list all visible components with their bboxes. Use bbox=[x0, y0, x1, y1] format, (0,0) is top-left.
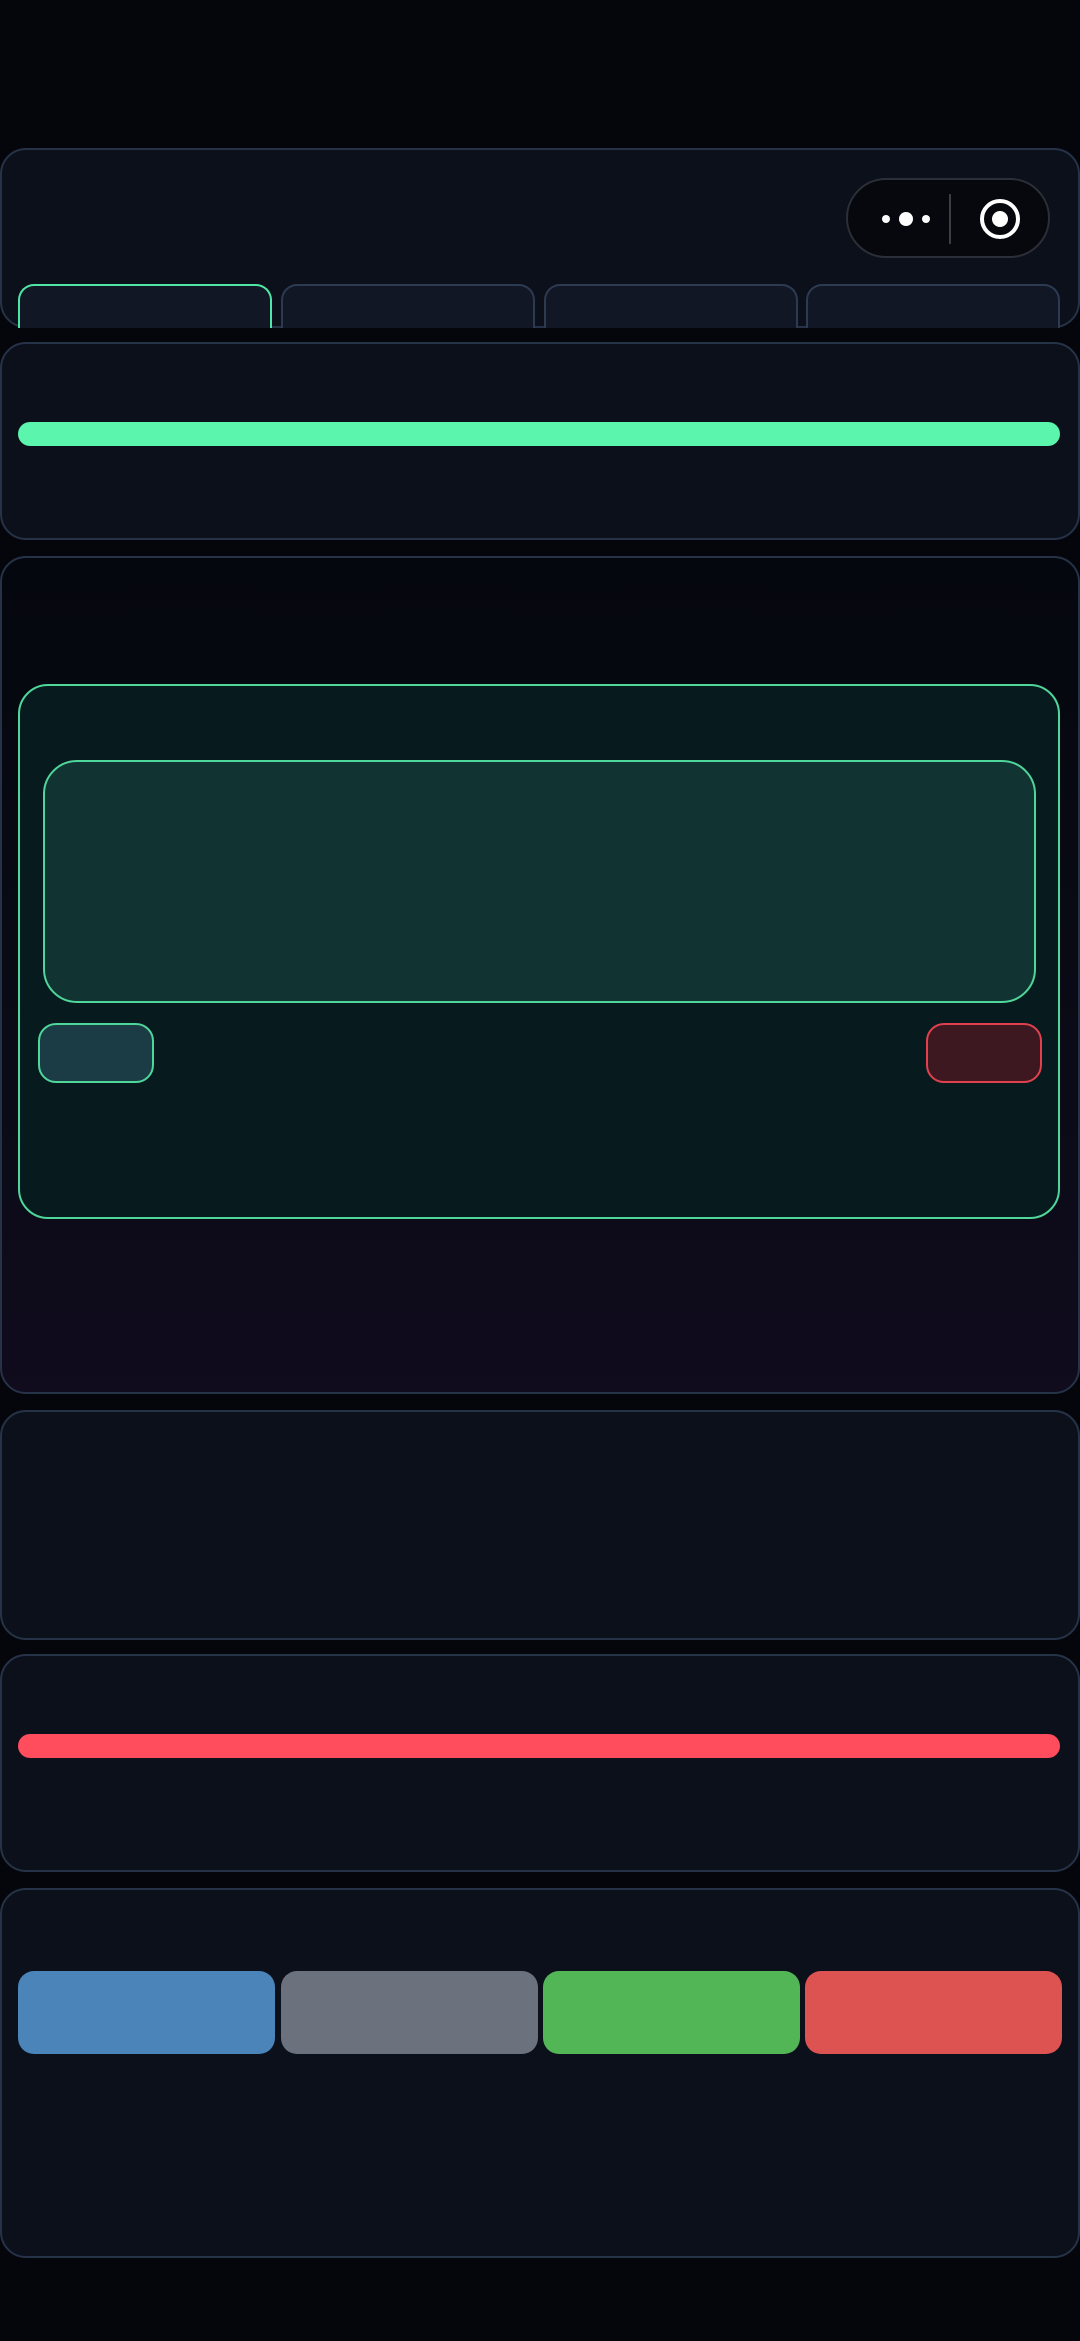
delete-button[interactable] bbox=[926, 1023, 1042, 1083]
tab-3[interactable] bbox=[544, 284, 798, 328]
tab-4[interactable] bbox=[806, 284, 1060, 328]
target-circle-icon[interactable] bbox=[978, 197, 1022, 241]
action-button-red[interactable] bbox=[805, 1971, 1062, 2054]
tab-2[interactable] bbox=[281, 284, 535, 328]
progress-bar bbox=[18, 422, 1060, 446]
empty-panel bbox=[0, 1410, 1080, 1640]
danger-progress-bar bbox=[18, 1734, 1060, 1758]
danger-panel bbox=[0, 1654, 1080, 1872]
action-button-blue[interactable] bbox=[18, 1971, 275, 2054]
text-input-area[interactable] bbox=[43, 760, 1036, 1003]
capsule-divider bbox=[949, 194, 951, 244]
actions-panel bbox=[0, 1888, 1080, 2258]
action-button-gray[interactable] bbox=[281, 1971, 538, 2054]
action-button-green[interactable] bbox=[543, 1971, 800, 2054]
mini-program-capsule bbox=[846, 178, 1050, 258]
confirm-button[interactable] bbox=[38, 1023, 154, 1083]
more-dots-icon[interactable] bbox=[876, 204, 946, 234]
tab-1[interactable] bbox=[18, 284, 272, 328]
